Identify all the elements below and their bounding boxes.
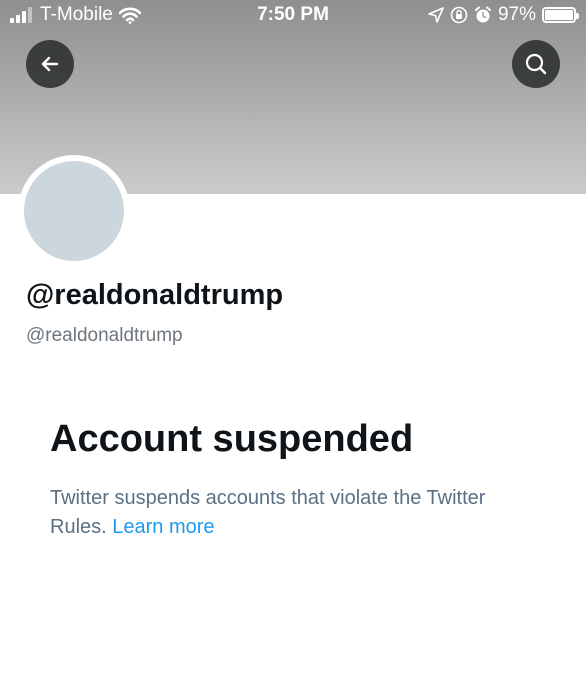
location-arrow-icon bbox=[428, 7, 444, 23]
search-button[interactable] bbox=[512, 40, 560, 88]
suspended-title: Account suspended bbox=[50, 418, 414, 460]
avatar-placeholder bbox=[24, 161, 124, 261]
alarm-icon bbox=[474, 6, 491, 23]
battery-icon bbox=[542, 7, 579, 23]
rotation-lock-icon bbox=[450, 6, 468, 24]
suspended-description: Twitter suspends accounts that violate t… bbox=[50, 484, 520, 542]
search-icon bbox=[525, 53, 547, 75]
profile-handle: @realdonaldtrump bbox=[26, 325, 183, 346]
status-bar: T-Mobile 7:50 PM 97% bbox=[0, 0, 586, 34]
status-right: 97% bbox=[428, 4, 579, 26]
avatar bbox=[18, 155, 130, 267]
learn-more-link[interactable]: Learn more bbox=[112, 516, 214, 538]
profile-display-name: @realdonaldtrump bbox=[26, 279, 284, 311]
battery-percent: 97% bbox=[497, 4, 536, 25]
arrow-left-icon bbox=[41, 56, 59, 72]
back-button[interactable] bbox=[26, 40, 74, 88]
